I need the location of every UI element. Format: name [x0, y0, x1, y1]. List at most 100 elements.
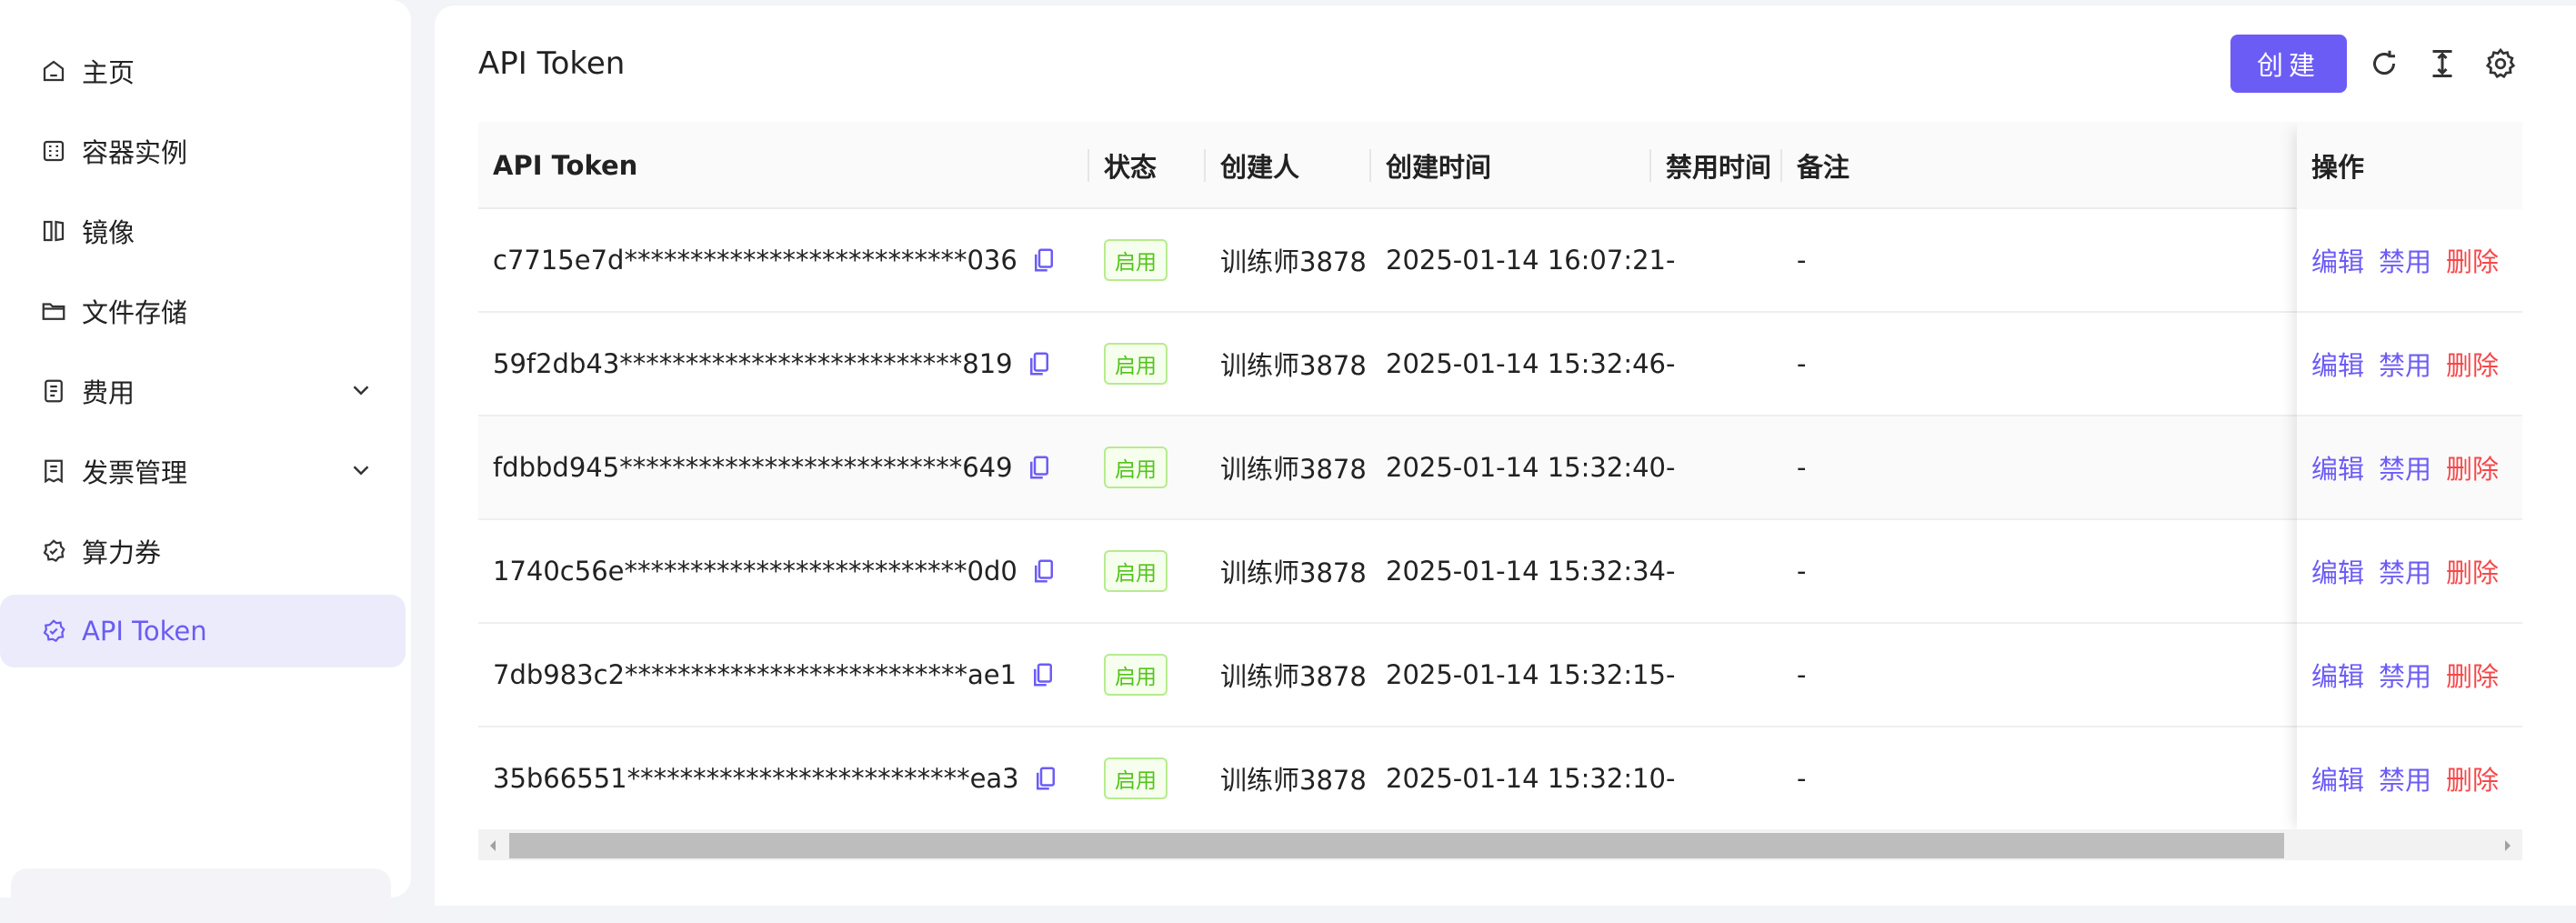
copy-icon[interactable]: [1026, 454, 1053, 481]
creator-cell: 训练师3878: [1220, 246, 1367, 277]
disabled-time-cell: -: [1666, 763, 1676, 794]
invoice-icon: [38, 456, 69, 487]
sidebar-item-label: 算力券: [82, 537, 162, 568]
copy-icon[interactable]: [1026, 350, 1053, 377]
chevron-down-icon[interactable]: [347, 376, 375, 404]
chevron-down-icon[interactable]: [347, 456, 375, 484]
status-cell: 启用: [1089, 520, 1168, 622]
page-title: API Token: [478, 45, 626, 82]
settings-icon[interactable]: [2482, 45, 2519, 82]
note-cell: -: [1797, 452, 1807, 483]
creator-cell: 训练师3878: [1220, 661, 1367, 692]
created-time-cell: 2025-01-14 15:32:10: [1386, 763, 1666, 794]
token-cell: fdbbd945**************************649: [478, 416, 1053, 518]
note-cell: -: [1797, 763, 1807, 794]
creator-cell: 训练师3878: [1220, 350, 1367, 381]
column-header-creator: 创建人: [1206, 122, 1371, 209]
disabled-time-cell: -: [1666, 452, 1676, 483]
status-cell: 启用: [1089, 313, 1168, 415]
status-badge: 启用: [1104, 550, 1168, 592]
refresh-icon[interactable]: [2366, 45, 2402, 82]
disabled-time-cell: -: [1666, 659, 1676, 690]
home-icon: [38, 55, 69, 86]
status-cell: 启用: [1089, 209, 1168, 311]
status-cell: 启用: [1089, 624, 1168, 726]
creator-cell: 训练师3878: [1220, 557, 1367, 588]
sidebar-item-home[interactable]: 主页: [0, 35, 406, 107]
sidebar: 主页 容器实例 镜像 文件存储 费用 发票管理 算力券 API Token: [0, 0, 411, 923]
note-cell: -: [1797, 556, 1807, 587]
column-header-token: API Token: [478, 122, 1089, 209]
table-row: c7715e7d**************************036 启用…: [478, 209, 2522, 313]
scroll-left-icon[interactable]: [484, 837, 502, 855]
table-row: 7db983c2**************************ae1 启用…: [478, 624, 2522, 727]
token-value: 1740c56e**************************0d0: [493, 556, 1017, 587]
sidebar-item-label: 主页: [82, 57, 135, 88]
token-value: 35b66551**************************ea3: [493, 763, 1019, 794]
sidebar-item-label: 镜像: [82, 217, 135, 248]
token-cell: c7715e7d**************************036: [478, 209, 1057, 311]
created-time-cell: 2025-01-14 15:32:46: [1386, 348, 1666, 379]
disabled-time-cell: -: [1666, 245, 1676, 276]
token-cell: 35b66551**************************ea3: [478, 727, 1059, 829]
column-header-note: 备注: [1797, 152, 1850, 183]
copy-icon[interactable]: [1029, 661, 1057, 688]
sidebar-item-label: 发票管理: [82, 457, 188, 488]
column-height-icon[interactable]: [2424, 45, 2461, 82]
table-row: 1740c56e**************************0d0 启用…: [478, 520, 2522, 624]
token-value: fdbbd945**************************649: [493, 452, 1013, 483]
column-header-created-time: 创建时间: [1371, 122, 1651, 209]
sidebar-item-api-token[interactable]: API Token: [0, 595, 406, 667]
column-header-disabled-time: 禁用时间: [1651, 122, 1782, 209]
sidebar-footer: [11, 868, 391, 923]
table-row: 59f2db43**************************819 启用…: [478, 313, 2522, 416]
sidebar-item-coupons[interactable]: 算力券: [0, 515, 406, 587]
sidebar-item-label: 容器实例: [82, 137, 188, 168]
sidebar-item-invoices[interactable]: 发票管理: [0, 435, 406, 507]
status-cell: 启用: [1089, 727, 1168, 829]
created-time-cell: 2025-01-14 15:32:15: [1386, 659, 1666, 690]
copy-icon[interactable]: [1032, 765, 1059, 792]
table-row: fdbbd945**************************649 启用…: [478, 416, 2522, 520]
main-panel: API Token 创建 API Token 状态 创建人 创建时间 禁用时间 …: [435, 5, 2576, 906]
scroll-right-icon[interactable]: [2499, 837, 2517, 855]
status-cell: 启用: [1089, 416, 1168, 518]
note-cell: -: [1797, 348, 1807, 379]
note-cell: -: [1797, 659, 1807, 690]
token-cell: 1740c56e**************************0d0: [478, 520, 1057, 622]
token-cell: 7db983c2**************************ae1: [478, 624, 1057, 726]
created-time-cell: 2025-01-14 15:32:40: [1386, 452, 1666, 483]
status-badge: 启用: [1104, 654, 1168, 696]
sidebar-item-billing[interactable]: 费用: [0, 355, 406, 427]
coupon-icon: [38, 536, 69, 567]
creator-cell: 训练师3878: [1220, 454, 1367, 485]
token-value: 59f2db43**************************819: [493, 348, 1013, 379]
sidebar-item-storage[interactable]: 文件存储: [0, 275, 406, 347]
disabled-time-cell: -: [1666, 348, 1676, 379]
status-badge: 启用: [1104, 446, 1168, 488]
status-badge: 启用: [1104, 757, 1168, 799]
sidebar-item-images[interactable]: 镜像: [0, 195, 406, 267]
scrollbar-thumb[interactable]: [509, 833, 2284, 858]
token-table: API Token 状态 创建人 创建时间 禁用时间 备注 操作 c7715e7…: [478, 122, 2522, 860]
container-icon: [38, 135, 69, 166]
folder-icon: [38, 296, 69, 326]
table-row: 35b66551**************************ea3 启用…: [478, 727, 2522, 831]
bill-icon: [38, 376, 69, 406]
token-value: 7db983c2**************************ae1: [493, 659, 1017, 690]
sidebar-item-label: 费用: [82, 377, 135, 408]
created-time-cell: 2025-01-14 15:32:34: [1386, 556, 1666, 587]
create-button[interactable]: 创建: [2230, 35, 2347, 93]
horizontal-scrollbar[interactable]: [478, 829, 2522, 860]
token-icon: [38, 616, 69, 647]
sidebar-item-containers[interactable]: 容器实例: [0, 115, 406, 187]
copy-icon[interactable]: [1030, 246, 1057, 274]
status-badge: 启用: [1104, 343, 1168, 385]
image-icon: [38, 216, 69, 246]
copy-icon[interactable]: [1030, 557, 1057, 585]
fixed-actions-shadow: [2297, 122, 2522, 835]
sidebar-item-label: 文件存储: [82, 297, 188, 328]
disabled-time-cell: -: [1666, 556, 1676, 587]
sidebar-item-label: API Token: [82, 616, 207, 647]
table-header: API Token 状态 创建人 创建时间 禁用时间 备注 操作: [478, 122, 2522, 209]
